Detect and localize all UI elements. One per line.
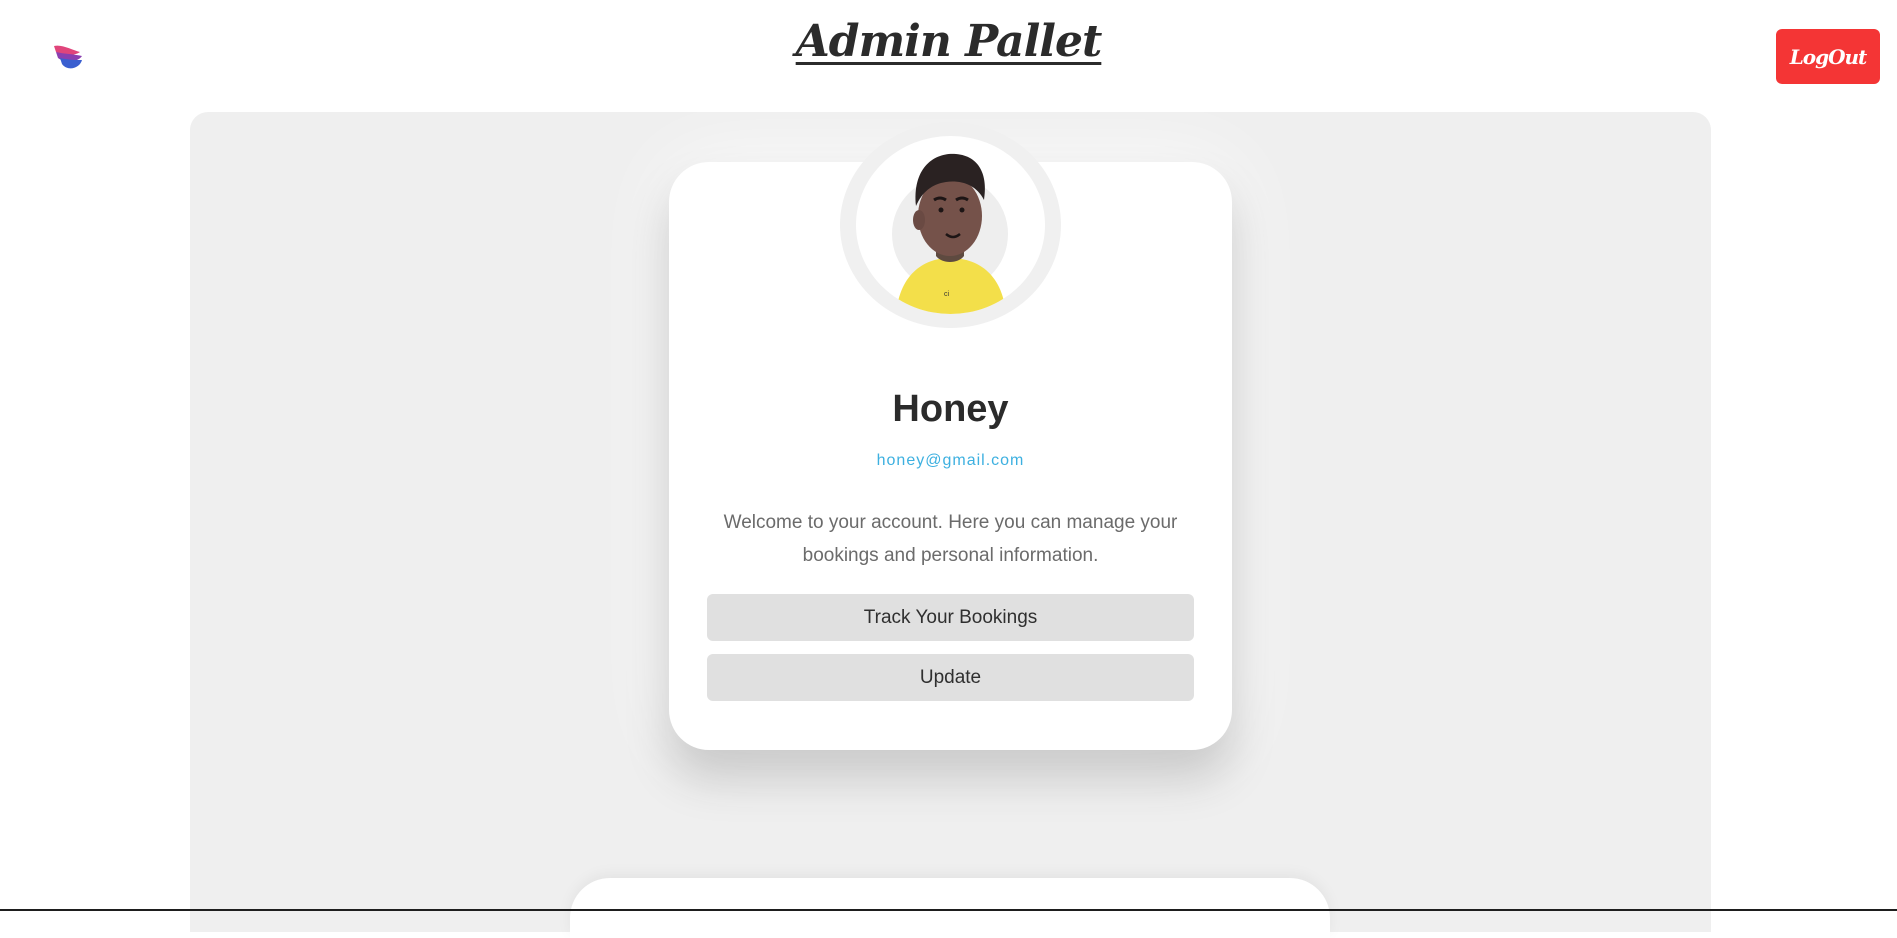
welcome-message: Welcome to your account. Here you can ma… [723,512,1178,566]
track-bookings-button[interactable]: Track Your Bookings [707,594,1194,641]
user-avatar-icon: ci [856,136,1045,314]
logout-button[interactable]: LogOut [1776,29,1880,84]
top-header: Admin Pallet LogOut [0,0,1897,112]
profile-name: Honey [892,388,1009,430]
avatar-ring: ci [840,122,1061,328]
secondary-card [570,878,1330,938]
update-button[interactable]: Update [707,654,1194,701]
svg-text:ci: ci [944,291,950,298]
profile-email[interactable]: honey@gmail.com [669,452,1232,470]
site-title: Admin Pallet [795,16,1103,67]
